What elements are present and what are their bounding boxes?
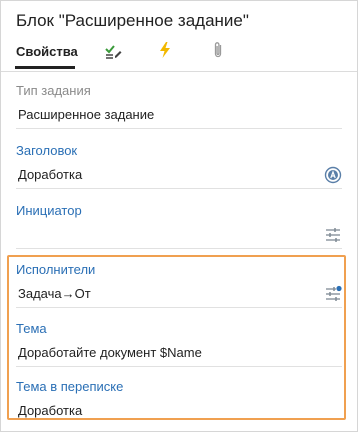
sliders-icon[interactable]	[324, 226, 342, 244]
field-task-type: Тип задания Расширенное задание	[16, 83, 342, 129]
tabs-divider	[1, 71, 357, 72]
tab-properties-label: Свойства	[16, 44, 78, 59]
paperclip-icon[interactable]	[209, 41, 227, 59]
header-value: Доработка	[18, 167, 83, 182]
tab-bar: Свойства	[1, 39, 357, 69]
highlight-frame	[7, 255, 346, 420]
header-label: Заголовок	[16, 143, 78, 158]
task-type-label: Тип задания	[16, 83, 91, 98]
task-type-value: Расширенное задание	[18, 107, 155, 122]
initiator-input[interactable]	[16, 224, 342, 249]
field-header: Заголовок Доработка	[16, 143, 342, 189]
header-input[interactable]: Доработка	[16, 164, 342, 189]
checklist-edit-icon[interactable]	[104, 41, 122, 59]
initiator-label: Инициатор	[16, 203, 82, 218]
task-type-value-row: Расширенное задание	[16, 104, 342, 129]
properties-panel: Блок "Расширенное задание" Свойства Тип …	[0, 0, 358, 432]
template-a-icon[interactable]	[324, 166, 342, 184]
lightning-icon[interactable]	[156, 41, 174, 59]
active-tab-indicator	[15, 66, 75, 69]
panel-title: Блок "Расширенное задание"	[16, 11, 249, 30]
field-initiator: Инициатор	[16, 203, 342, 249]
